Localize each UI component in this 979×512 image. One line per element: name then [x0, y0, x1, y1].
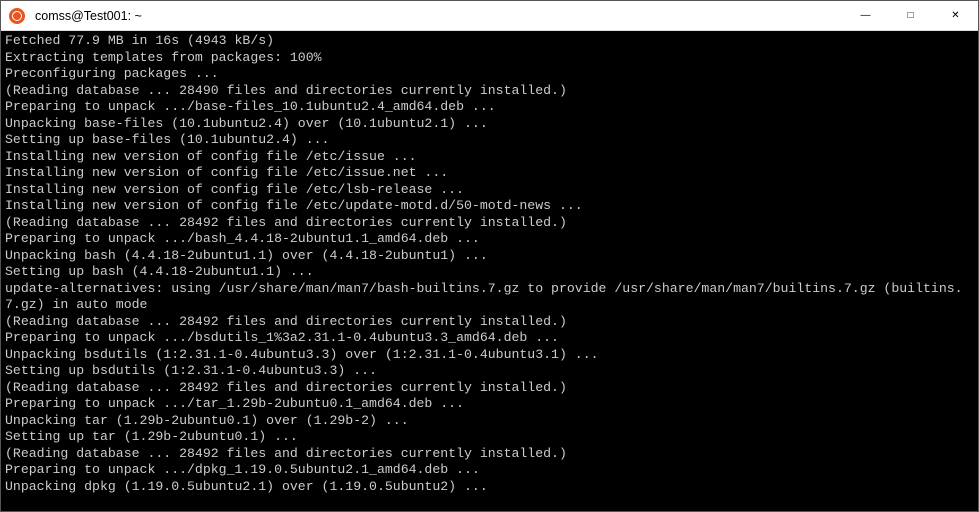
- terminal-line: Setting up base-files (10.1ubuntu2.4) ..…: [5, 132, 974, 149]
- terminal-line: (Reading database ... 28492 files and di…: [5, 380, 974, 397]
- terminal-line: Preparing to unpack .../bash_4.4.18-2ubu…: [5, 231, 974, 248]
- terminal-line: Installing new version of config file /e…: [5, 165, 974, 182]
- terminal-line: Unpacking dpkg (1.19.0.5ubuntu2.1) over …: [5, 479, 974, 496]
- terminal-line: Setting up bsdutils (1:2.31.1-0.4ubuntu3…: [5, 363, 974, 380]
- terminal-line: Unpacking tar (1.29b-2ubuntu0.1) over (1…: [5, 413, 974, 430]
- terminal-line: (Reading database ... 28492 files and di…: [5, 314, 974, 331]
- terminal-line: (Reading database ... 28490 files and di…: [5, 83, 974, 100]
- terminal-line: Preparing to unpack .../tar_1.29b-2ubunt…: [5, 396, 974, 413]
- terminal-line: Installing new version of config file /e…: [5, 149, 974, 166]
- maximize-button[interactable]: □: [888, 1, 933, 30]
- close-button[interactable]: ✕: [933, 1, 978, 30]
- window-title: comss@Test001: ~: [33, 9, 843, 23]
- minimize-button[interactable]: —: [843, 1, 888, 30]
- terminal-line: Preparing to unpack .../dpkg_1.19.0.5ubu…: [5, 462, 974, 479]
- terminal-line: Preparing to unpack .../base-files_10.1u…: [5, 99, 974, 116]
- terminal-line: Fetched 77.9 MB in 16s (4943 kB/s): [5, 33, 974, 50]
- terminal-line: update-alternatives: using /usr/share/ma…: [5, 281, 974, 314]
- terminal-line: Setting up tar (1.29b-2ubuntu0.1) ...: [5, 429, 974, 446]
- terminal-line: [5, 495, 974, 511]
- terminal[interactable]: Fetched 77.9 MB in 16s (4943 kB/s)Extrac…: [1, 31, 978, 511]
- terminal-line: Installing new version of config file /e…: [5, 182, 974, 199]
- terminal-line: Unpacking bash (4.4.18-2ubuntu1.1) over …: [5, 248, 974, 265]
- terminal-line: Extracting templates from packages: 100%: [5, 50, 974, 67]
- terminal-line: (Reading database ... 28492 files and di…: [5, 446, 974, 463]
- app-window: comss@Test001: ~ — □ ✕ Fetched 77.9 MB i…: [0, 0, 979, 512]
- terminal-line: (Reading database ... 28492 files and di…: [5, 215, 974, 232]
- titlebar[interactable]: comss@Test001: ~ — □ ✕: [1, 1, 978, 31]
- window-controls: — □ ✕: [843, 1, 978, 30]
- terminal-line: Unpacking bsdutils (1:2.31.1-0.4ubuntu3.…: [5, 347, 974, 364]
- terminal-output: Fetched 77.9 MB in 16s (4943 kB/s)Extrac…: [5, 33, 974, 511]
- terminal-line: Unpacking base-files (10.1ubuntu2.4) ove…: [5, 116, 974, 133]
- terminal-line: Installing new version of config file /e…: [5, 198, 974, 215]
- terminal-line: Preconfiguring packages ...: [5, 66, 974, 83]
- terminal-line: Preparing to unpack .../bsdutils_1%3a2.3…: [5, 330, 974, 347]
- terminal-line: Setting up bash (4.4.18-2ubuntu1.1) ...: [5, 264, 974, 281]
- ubuntu-icon: [9, 8, 25, 24]
